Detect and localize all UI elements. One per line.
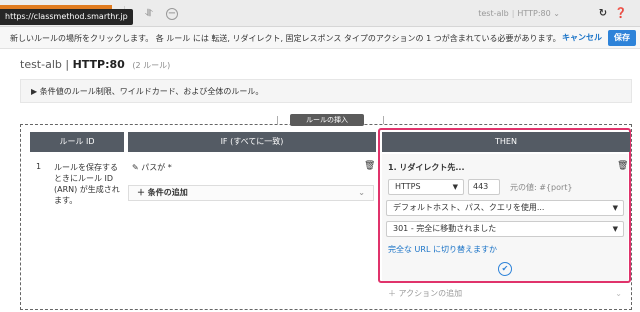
plus-icon: ＋: [388, 289, 396, 298]
lb-selector-listener: HTTP:80: [517, 9, 551, 18]
protocol-select[interactable]: HTTPS ▼: [388, 179, 464, 195]
title-separator: |: [65, 58, 70, 71]
instruction-text: 新しいルールの場所をクリックします。 各 ルール には 転送, リダイレクト, …: [10, 34, 561, 43]
status-code-value: 301 - 完全に移動されました: [393, 224, 497, 233]
condition-path[interactable]: ✎ パスが *: [132, 162, 172, 173]
caret-down-icon: ▼: [612, 204, 618, 212]
listener-name: HTTP:80: [72, 58, 125, 71]
add-action-button[interactable]: ＋ アクションの追加 ⌄: [382, 287, 630, 301]
delete-condition-trash-icon[interactable]: 🗑: [364, 161, 375, 171]
save-button[interactable]: 保存: [608, 30, 636, 46]
insert-left-marker: |: [276, 115, 279, 124]
add-condition-button[interactable]: ＋ 条件の追加 ⌄: [128, 185, 374, 201]
cancel-button[interactable]: キャンセル: [562, 31, 602, 45]
insert-rule-button[interactable]: ルールの挿入: [290, 114, 364, 126]
condition-path-label: パスが *: [141, 163, 172, 172]
status-code-select[interactable]: 301 - 完全に移動されました ▼: [386, 221, 624, 237]
add-action-label: アクションの追加: [398, 289, 463, 298]
column-header-if: IF (すべてに一致): [128, 132, 376, 152]
help-icon[interactable]: ❓: [614, 7, 628, 21]
column-header-rule-id: ルール ID: [30, 132, 124, 152]
url-tooltip: https://classmethod.smarthr.jp: [0, 9, 133, 25]
confirm-check-icon[interactable]: ✔: [498, 262, 512, 276]
browser-toolbar: https://classmethod.smarthr.jp ⥯ − test-…: [0, 0, 640, 27]
page-title: test-alb | HTTP:80 (2 ルール): [20, 58, 170, 71]
lb-selector-name: test-alb: [478, 9, 509, 18]
rule-number: 1: [36, 162, 42, 171]
caret-down-icon: ▼: [612, 225, 618, 233]
minus-icon[interactable]: −: [166, 8, 178, 20]
lb-name: test-alb: [20, 58, 62, 71]
action-title: 1. リダイレクト先...: [388, 163, 465, 172]
protocol-select-value: HTTPS: [395, 182, 421, 191]
host-path-query-value: デフォルトホスト、パス、クエリを使用...: [393, 203, 545, 212]
tab-icon[interactable]: ⥯: [142, 7, 156, 21]
caret-down-icon: ▼: [452, 183, 458, 191]
chevron-down-icon: ⌄: [615, 289, 622, 298]
original-value-hint: 元の値: #{port}: [510, 183, 573, 192]
rule-description: ルールを保存するときにルール ID (ARN) が生成されます。: [54, 163, 120, 205]
conditions-note-text: ▶ 条件値のルール制限、ワイルドカード、および全体のルール。: [31, 87, 264, 96]
host-path-query-select[interactable]: デフォルトホスト、パス、クエリを使用... ▼: [386, 200, 624, 216]
insert-right-marker: |: [382, 115, 385, 124]
add-condition-label: 条件の追加: [147, 188, 188, 197]
delete-action-trash-icon[interactable]: 🗑: [617, 161, 628, 171]
port-input[interactable]: 443: [468, 179, 500, 195]
plus-icon: ＋: [137, 188, 145, 197]
pencil-icon[interactable]: ✎: [132, 163, 139, 172]
refresh-icon[interactable]: ↻: [596, 7, 610, 21]
lb-selector[interactable]: test-alb | HTTP:80 ⌄: [478, 7, 560, 21]
conditions-note[interactable]: ▶ 条件値のルール制限、ワイルドカード、および全体のルール。: [20, 79, 632, 103]
column-header-then: THEN: [382, 132, 630, 152]
chevron-down-icon: ⌄: [553, 9, 560, 18]
rule-count: (2 ルール): [132, 61, 171, 70]
switch-to-full-url-link[interactable]: 完全な URL に切り替えますか: [388, 244, 497, 255]
chevron-down-icon: ⌄: [358, 188, 365, 197]
instruction-bar: 新しいルールの場所をクリックします。 各 ルール には 転送, リダイレクト, …: [0, 27, 640, 49]
